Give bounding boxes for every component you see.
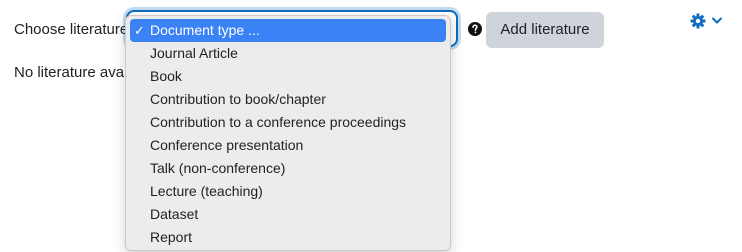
choose-literature-label: Choose literature [14,21,129,38]
settings-menu-toggle[interactable] [690,13,726,33]
option-contribution-conference-proceedings[interactable]: Contribution to a conference proceedings [130,111,446,134]
option-dataset[interactable]: Dataset [130,203,446,226]
add-literature-button[interactable]: Add literature [486,12,604,48]
option-label: Lecture (teaching) [150,183,263,199]
option-label: Report [150,229,193,245]
option-label: Journal Article [150,45,238,61]
literature-panel: Choose literature No literature availabl… [0,0,742,252]
question-circle-icon[interactable] [468,22,482,36]
option-contribution-book-chapter[interactable]: Contribution to book/chapter [130,88,446,111]
option-conference-presentation[interactable]: Conference presentation [130,134,446,157]
option-lecture-teaching[interactable]: Lecture (teaching) [130,180,446,203]
option-label: Talk (non-conference) [150,160,286,176]
option-document-type[interactable]: ✓ Document type ... [130,19,446,42]
option-label: Document type ... [150,22,260,38]
option-label: Conference presentation [150,137,304,153]
option-label: Contribution to book/chapter [150,91,326,107]
option-talk-non-conference[interactable]: Talk (non-conference) [130,157,446,180]
option-journal-article[interactable]: Journal Article [130,42,446,65]
option-label: Dataset [150,206,199,222]
checkmark-icon: ✓ [134,23,145,38]
chevron-down-icon [712,17,722,24]
option-book[interactable]: Book [130,65,446,88]
gear-icon [690,13,706,29]
option-label: Contribution to a conference proceedings [150,114,407,130]
document-type-dropdown-list[interactable]: ✓ Document type ... Journal Article Book… [125,15,451,251]
option-report[interactable]: Report [130,226,446,249]
option-label: Book [150,68,182,84]
